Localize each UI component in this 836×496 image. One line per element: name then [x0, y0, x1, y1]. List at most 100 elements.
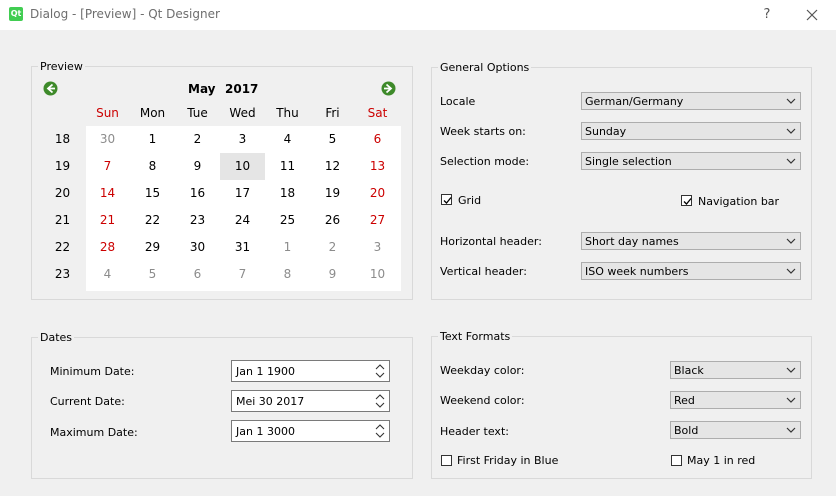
spin-arrows-icon[interactable] [371, 361, 389, 381]
calendar-day[interactable]: 6 [355, 133, 400, 146]
first-friday-checkbox[interactable] [441, 455, 452, 466]
header-text-combo[interactable]: Bold [670, 421, 801, 439]
calendar-day[interactable]: 8 [265, 268, 310, 281]
calendar-day[interactable]: 28 [85, 241, 130, 254]
calendar-day[interactable]: 2 [310, 241, 355, 254]
locale-combo[interactable]: German/Germany [581, 92, 801, 110]
may1-red-label[interactable]: May 1 in red [687, 454, 755, 467]
calendar-day[interactable]: 8 [130, 160, 175, 173]
calendar-day[interactable]: 22 [130, 214, 175, 227]
help-button[interactable]: ? [755, 3, 779, 27]
week-start-label: Week starts on: [440, 125, 526, 138]
calendar-day[interactable]: 21 [85, 214, 130, 227]
minimum-date-edit[interactable]: Jan 1 1900 [231, 360, 390, 382]
calendar-day[interactable]: 30 [85, 133, 130, 146]
chevron-down-icon [786, 397, 796, 403]
may1-red-checkbox[interactable] [671, 455, 682, 466]
day-header-sun: Sun [96, 106, 119, 120]
calendar-day[interactable]: 1 [130, 133, 175, 146]
day-header-wed: Wed [229, 106, 256, 120]
close-button[interactable] [800, 3, 824, 27]
maximum-date-edit[interactable]: Jan 1 3000 [231, 420, 390, 442]
window-title: Dialog - [Preview] - Qt Designer [30, 7, 220, 21]
horizontal-header-combo[interactable]: Short day names [581, 232, 801, 250]
calendar-day[interactable]: 11 [265, 160, 310, 173]
grid-label[interactable]: Grid [458, 194, 481, 207]
calendar-day[interactable]: 16 [175, 187, 220, 200]
chevron-down-icon [786, 238, 796, 244]
calendar-day[interactable]: 31 [220, 241, 265, 254]
current-date-value: Mei 30 2017 [236, 395, 305, 408]
calendar-navigation-bar: May 2017 [40, 78, 401, 100]
calendar-day[interactable]: 4 [85, 268, 130, 281]
calendar-day[interactable]: 3 [220, 133, 265, 146]
calendar-day[interactable]: 9 [175, 160, 220, 173]
calendar-day[interactable]: 10 [355, 268, 400, 281]
next-month-icon[interactable] [381, 81, 396, 96]
maximum-date-value: Jan 1 3000 [236, 425, 295, 438]
title-bar: Qt Dialog - [Preview] - Qt Designer ? [0, 0, 836, 30]
calendar-day[interactable]: 2 [175, 133, 220, 146]
general-options-title: General Options [438, 61, 532, 74]
calendar-day[interactable]: 5 [310, 133, 355, 146]
calendar-day[interactable]: 23 [175, 214, 220, 227]
vertical-header-label: Vertical header: [440, 265, 527, 278]
calendar-day[interactable]: 20 [355, 187, 400, 200]
weekday-color-combo[interactable]: Black [670, 361, 801, 379]
calendar-day[interactable]: 6 [175, 268, 220, 281]
chevron-down-icon [786, 427, 796, 433]
current-date-edit[interactable]: Mei 30 2017 [231, 390, 390, 412]
calendar-day[interactable]: 10 [220, 160, 265, 173]
grid-checkbox[interactable] [441, 194, 452, 205]
weekend-color-combo[interactable]: Red [670, 391, 801, 409]
calendar-day[interactable]: 3 [355, 241, 400, 254]
day-header-thu: Thu [276, 106, 299, 120]
chevron-down-icon [786, 98, 796, 104]
checkmark-icon [683, 198, 692, 205]
weekday-color-value: Black [674, 364, 704, 377]
checkmark-icon [443, 197, 452, 204]
calendar-year[interactable]: 2017 [225, 83, 258, 96]
calendar-day[interactable]: 9 [310, 268, 355, 281]
calendar-day[interactable]: 4 [265, 133, 310, 146]
calendar-day[interactable]: 7 [85, 160, 130, 173]
calendar-day[interactable]: 17 [220, 187, 265, 200]
close-icon [806, 9, 818, 21]
calendar-day[interactable]: 30 [175, 241, 220, 254]
calendar-day[interactable]: 19 [310, 187, 355, 200]
chevron-down-icon [786, 367, 796, 373]
week-number: 20 [54, 186, 71, 200]
calendar-day-header-row: Sun Mon Tue Wed Thu Fri Sat [40, 100, 401, 126]
calendar-widget[interactable]: May 2017 Sun Mon Tue Wed Thu Fri Sat 18 30 1 2 3 4 5… [40, 78, 401, 291]
first-friday-label[interactable]: First Friday in Blue [457, 454, 558, 467]
navigation-bar-checkbox[interactable] [681, 195, 692, 206]
vertical-header-combo[interactable]: ISO week numbers [581, 262, 801, 280]
calendar-day[interactable]: 12 [310, 160, 355, 173]
calendar-day[interactable]: 5 [130, 268, 175, 281]
spin-arrows-icon[interactable] [371, 391, 389, 411]
week-start-combo[interactable]: Sunday [581, 122, 801, 140]
calendar-day[interactable]: 29 [130, 241, 175, 254]
calendar-day[interactable]: 15 [130, 187, 175, 200]
calendar-day[interactable]: 24 [220, 214, 265, 227]
selection-mode-combo[interactable]: Single selection [581, 152, 801, 170]
calendar-day[interactable]: 1 [265, 241, 310, 254]
spin-arrows-icon[interactable] [371, 421, 389, 441]
calendar-day[interactable]: 13 [355, 160, 400, 173]
prev-month-icon[interactable] [43, 81, 58, 96]
horizontal-header-value: Short day names [585, 235, 679, 248]
calendar-month[interactable]: May [188, 83, 216, 96]
calendar-grid: 18 30 1 2 3 4 5 6 19 7 8 9 10 11 12 13 20 14 15 16 17 18 19 20 2… [40, 126, 401, 291]
calendar-day[interactable]: 27 [355, 214, 400, 227]
week-number: 22 [54, 240, 71, 254]
calendar-day[interactable]: 7 [220, 268, 265, 281]
calendar-day[interactable]: 14 [85, 187, 130, 200]
week-number: 19 [54, 159, 71, 173]
day-header-tue: Tue [187, 106, 208, 120]
chevron-down-icon [786, 268, 796, 274]
calendar-day[interactable]: 18 [265, 187, 310, 200]
calendar-day[interactable]: 26 [310, 214, 355, 227]
calendar-day[interactable]: 25 [265, 214, 310, 227]
qt-logo-icon: Qt [9, 7, 23, 21]
navigation-bar-label[interactable]: Navigation bar [698, 195, 779, 208]
